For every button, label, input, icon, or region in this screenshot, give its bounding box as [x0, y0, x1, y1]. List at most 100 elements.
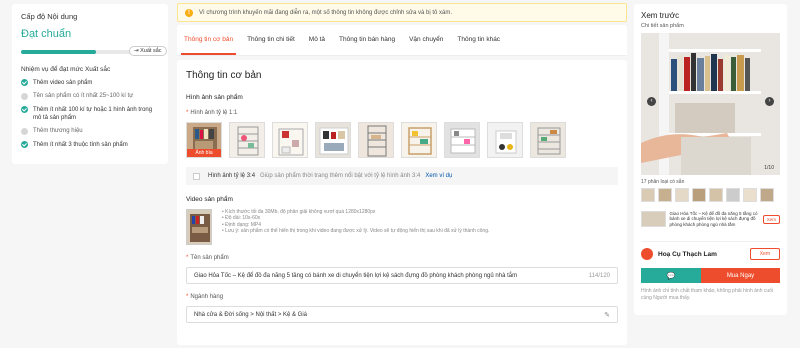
basic-info-form: Thông tin cơ bản Hình ảnh sản phẩm * Hình… [177, 60, 627, 345]
content-level-panel: Cấp độ Nội dung Đạt chuẩn ⇥ Xuất sắc Nhi… [12, 4, 168, 164]
tab-basic-info[interactable]: Thông tin cơ bản [177, 25, 240, 55]
product-image[interactable] [358, 122, 394, 158]
bookshelf-photo [641, 33, 780, 175]
product-name-input[interactable]: Giao Hỏa Tốc – Kệ để đồ đa năng 5 tầng c… [186, 267, 618, 284]
task-label: Thêm ít nhất 3 thuộc tính sản phẩm [33, 141, 128, 148]
level-progress-track [21, 50, 131, 54]
tab-detail-info[interactable]: Thông tin chi tiết [240, 25, 302, 55]
tasks-heading: Nhiệm vụ để đạt mức Xuất sắc [21, 66, 111, 73]
image-counter: 1/10 [764, 165, 774, 171]
video-note-text: Lưu ý: sản phẩm có thể hiển thị trong kh… [225, 227, 490, 234]
edit-pencil-icon[interactable]: ✎ [604, 311, 610, 319]
video-requirements: • Kích thước tối đa 30Mb, độ phân giải k… [222, 209, 489, 245]
variant-thumb[interactable] [641, 188, 655, 202]
shelf-photo [402, 123, 436, 157]
shelf-photo [359, 123, 393, 157]
product-images: Ảnh bìa [186, 122, 618, 158]
tab-other-info[interactable]: Thông tin khác [450, 25, 507, 55]
short-desc: Giao Hỏa Tốc – Kệ để đồ đa năng 5 tầng c… [669, 211, 758, 227]
shop-name: Hoạ Cụ Thạch Lam [658, 250, 717, 258]
check-done-icon [21, 79, 28, 86]
product-video[interactable] [186, 209, 212, 245]
product-image[interactable] [444, 122, 480, 158]
section-title: Thông tin cơ bản [186, 70, 262, 81]
images-label-text: Hình ảnh tỷ lệ 1:1 [190, 110, 238, 116]
level-progress-fill [21, 50, 96, 54]
product-image[interactable] [530, 122, 566, 158]
task-item: Thêm ít nhất 3 thuộc tính sản phẩm [21, 141, 159, 149]
shelf-photo [445, 123, 479, 157]
variant-thumb[interactable] [743, 188, 757, 202]
video-heading: Video sản phẩm [186, 196, 233, 203]
variant-thumb[interactable] [709, 188, 723, 202]
category-label-text: Ngành hàng [190, 294, 224, 300]
product-name-value: Giao Hỏa Tốc – Kệ để đồ đa năng 5 tầng c… [194, 272, 518, 279]
task-item: Thêm video sản phẩm [21, 79, 159, 87]
tab-description[interactable]: Mô tả [302, 25, 332, 55]
task-label: Thêm video sản phẩm [33, 79, 93, 86]
variant-thumb[interactable] [658, 188, 672, 202]
category-label: * Ngành hàng [186, 294, 618, 300]
required-marker: * [186, 110, 189, 116]
chat-button[interactable]: 💬 [641, 268, 701, 283]
task-item: Thêm thương hiệu [21, 127, 159, 135]
video-note-text: Kích thước tối đa 30Mb, độ phân giải khô… [225, 209, 376, 215]
preview-disclaimer: Hình ảnh chỉ tính chất tham khảo, không … [641, 288, 774, 301]
next-level-label: Xuất sắc [140, 48, 162, 54]
buy-actions: 💬 Mua Ngay [641, 268, 780, 283]
task-item: Thêm ít nhất 100 kí tự hoặc 1 hình ảnh t… [21, 106, 159, 122]
task-label: Thêm ít nhất 100 kí tự hoặc 1 hình ảnh t… [33, 106, 153, 121]
video-note-text: Định dạng: MP4 [225, 221, 261, 228]
product-image[interactable]: Ảnh bìa [186, 122, 222, 158]
next-image-arrow[interactable]: › [765, 97, 774, 106]
desc-thumb [641, 211, 666, 227]
cover-badge: Ảnh bìa [187, 149, 221, 157]
video-thumbnail [187, 210, 211, 244]
shelf-photo [316, 123, 350, 157]
product-image[interactable] [272, 122, 308, 158]
variants-label: 17 phân loại có sẵn [641, 179, 685, 185]
warning-icon: ! [185, 8, 193, 17]
preview-panel: Xem trước Chi tiết sản phẩm ‹ › 1/10 17 … [634, 4, 787, 315]
video-note-text: Độ dài: 10s-60s [225, 215, 261, 222]
task-item: Tên sản phẩm có ít nhất 25~100 kí tự [21, 92, 159, 100]
ratio-example-link[interactable]: Xem ví dụ [425, 173, 452, 179]
view-desc-button[interactable]: Xem [762, 214, 780, 224]
product-name-counter: 114/120 [588, 272, 610, 279]
video-row: • Kích thước tối đa 30Mb, độ phân giải k… [186, 209, 618, 245]
name-label: * Tên sản phẩm [186, 255, 618, 261]
product-image[interactable] [401, 122, 437, 158]
tab-sales-info[interactable]: Thông tin bán hàng [332, 25, 402, 55]
name-label-text: Tên sản phẩm [190, 255, 229, 261]
shelf-photo [230, 123, 264, 157]
task-label: Tên sản phẩm có ít nhất 25~100 kí tự [33, 93, 134, 99]
check-done-icon [21, 141, 28, 148]
variant-thumb[interactable] [726, 188, 740, 202]
shelf-photo [273, 123, 307, 157]
chat-icon: 💬 [666, 272, 676, 280]
form-tabs: Thông tin cơ bản Thông tin chi tiết Mô t… [177, 25, 627, 56]
prev-image-arrow[interactable]: ‹ [647, 97, 656, 106]
product-image[interactable] [315, 122, 351, 158]
tab-shipping[interactable]: Vận chuyển [402, 25, 450, 55]
view-shop-button[interactable]: Xem [749, 248, 780, 260]
shelf-photo [488, 123, 522, 157]
product-image[interactable] [229, 122, 265, 158]
level-progress: ⇥ Xuất sắc [21, 46, 167, 59]
buy-now-button[interactable]: Mua Ngay [701, 268, 780, 283]
variant-thumb[interactable] [692, 188, 706, 202]
variant-thumbs [641, 188, 780, 202]
promo-alert: ! Vì chương trình khuyến mãi đang diễn r… [177, 3, 627, 22]
variant-thumb[interactable] [760, 188, 774, 202]
ratio-34-hint: Giúp sản phẩm thời trang thêm nổi bật vớ… [260, 173, 421, 179]
ratio-34-checkbox[interactable] [193, 172, 200, 180]
category-input[interactable]: Nhà cửa & Đời sống > Nội thất > Kệ & Giá… [186, 306, 618, 323]
promo-alert-text: Vì chương trình khuyến mãi đang diễn ra,… [199, 9, 453, 16]
shop-avatar [641, 248, 653, 260]
preview-main-image: ‹ › 1/10 [641, 33, 780, 175]
variant-thumb[interactable] [675, 188, 689, 202]
required-marker: * [186, 294, 189, 300]
ratio-34-option: Hình ảnh tỷ lệ 3:4 Giúp sản phẩm thời tr… [186, 167, 618, 185]
content-level-value: Đạt chuẩn [21, 28, 72, 40]
product-image[interactable] [487, 122, 523, 158]
